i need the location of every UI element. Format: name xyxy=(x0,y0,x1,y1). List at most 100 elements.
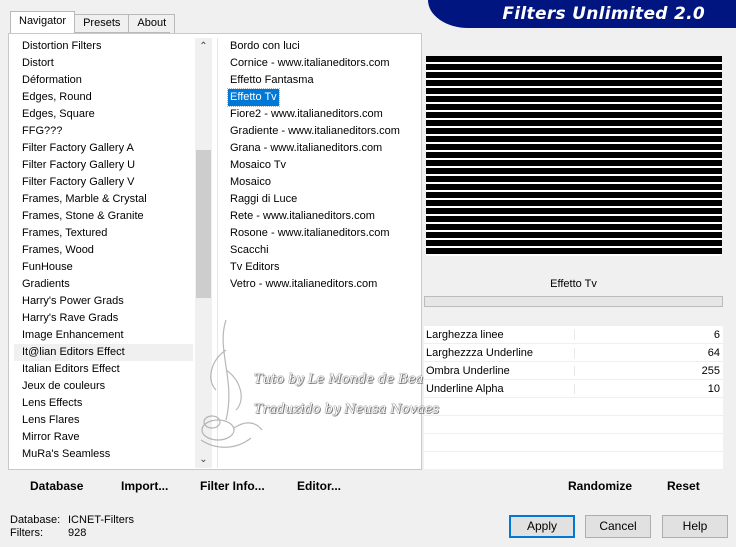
category-item[interactable]: Frames, Textured xyxy=(14,225,193,242)
tab-navigator[interactable]: Navigator xyxy=(10,11,76,33)
parameter-list: Larghezza linee 6 Larghezzza Underline 64 Om… xyxy=(424,326,723,470)
bottom-toolbar: Database Import... Filter Info... Editor… xyxy=(8,472,724,500)
preview-area xyxy=(424,36,724,268)
import-button[interactable]: Import... xyxy=(121,476,168,496)
filter-item[interactable]: Effetto Tv xyxy=(222,88,418,107)
category-item[interactable]: FunHouse xyxy=(14,259,193,276)
category-item[interactable]: Mirror Rave xyxy=(14,429,193,446)
param-value[interactable]: 255 xyxy=(702,362,720,380)
title-banner: Filters Unlimited 2.0 xyxy=(428,0,736,28)
filter-item[interactable]: Mosaico Tv xyxy=(222,157,418,174)
param-value[interactable]: 6 xyxy=(714,326,720,344)
filter-item-label: Cornice - www.italianeditors.com xyxy=(230,57,390,69)
category-item[interactable]: Jeux de couleurs xyxy=(14,378,193,395)
param-label: Larghezza linee xyxy=(426,329,504,341)
param-row-empty xyxy=(424,434,723,452)
category-item[interactable]: Filter Factory Gallery U xyxy=(14,157,193,174)
filter-item-label: Rete - www.italianeditors.com xyxy=(230,210,375,222)
filters-label: Filters: xyxy=(10,527,43,539)
param-label: Larghezzza Underline xyxy=(426,347,534,359)
scroll-thumb[interactable] xyxy=(196,150,211,298)
category-item[interactable]: Filter Factory Gallery V xyxy=(14,174,193,191)
apply-button[interactable]: Apply xyxy=(509,515,575,538)
category-item[interactable]: MuRa's Seamless xyxy=(14,446,193,463)
category-item[interactable]: Lens Effects xyxy=(14,395,193,412)
param-value[interactable]: 10 xyxy=(708,380,720,398)
category-item[interactable]: Filter Factory Gallery A xyxy=(14,140,193,157)
category-item[interactable]: Harry's Rave Grads xyxy=(14,310,193,327)
filter-item[interactable]: Cornice - www.italianeditors.com xyxy=(222,55,418,72)
filter-item[interactable]: Grana - www.italianeditors.com xyxy=(222,140,418,157)
filter-item-label: Raggi di Luce xyxy=(230,193,298,205)
filter-item[interactable]: Rosone - www.italianeditors.com xyxy=(222,225,418,242)
scroll-up-arrow-icon[interactable]: ⌃ xyxy=(195,38,212,55)
filters-count: 928 xyxy=(68,527,87,539)
param-value[interactable]: 64 xyxy=(708,344,720,362)
category-item[interactable]: Frames, Marble & Crystal xyxy=(14,191,193,208)
param-divider xyxy=(574,348,575,358)
category-item[interactable]: Distort xyxy=(14,55,193,72)
progress-bar xyxy=(424,296,723,307)
filter-item-label: Effetto Tv xyxy=(227,88,280,107)
reset-button[interactable]: Reset xyxy=(667,476,700,496)
filter-list[interactable]: Bordo con luci Cornice - www.italianedito… xyxy=(222,38,418,468)
filter-item-label: Bordo con luci xyxy=(230,40,300,52)
category-scrollbar[interactable]: ⌃ ⌄ xyxy=(195,38,212,468)
tab-about[interactable]: About xyxy=(128,14,176,33)
param-row-empty xyxy=(424,416,723,434)
cancel-button[interactable]: Cancel xyxy=(585,515,651,538)
filter-item[interactable]: Rete - www.italianeditors.com xyxy=(222,208,418,225)
filter-item[interactable]: Mosaico xyxy=(222,174,418,191)
category-item[interactable]: Gradients xyxy=(14,276,193,293)
filter-item-label: Mosaico Tv xyxy=(230,159,287,171)
filter-item-label: Effetto Fantasma xyxy=(230,74,314,86)
filter-item[interactable]: Scacchi xyxy=(222,242,418,259)
category-list[interactable]: Distortion Filters Distort Déformation Edge… xyxy=(14,38,193,468)
param-row[interactable]: Underline Alpha 10 xyxy=(424,380,723,398)
tab-bar: Navigator Presets About xyxy=(10,11,176,33)
param-row[interactable]: Larghezzza Underline 64 xyxy=(424,344,723,362)
param-label: Ombra Underline xyxy=(426,365,510,377)
list-divider xyxy=(217,38,218,468)
category-item[interactable]: Déformation xyxy=(14,72,193,89)
database-button[interactable]: Database xyxy=(30,476,83,496)
param-row[interactable]: Ombra Underline 255 xyxy=(424,362,723,380)
filter-info-button[interactable]: Filter Info... xyxy=(200,476,265,496)
filter-item[interactable]: Bordo con luci xyxy=(222,38,418,55)
filter-item[interactable]: Vetro - www.italianeditors.com xyxy=(222,276,418,293)
param-divider xyxy=(574,330,575,340)
filter-item-label: Gradiente - www.italianeditors.com xyxy=(230,125,400,137)
filter-item[interactable]: Raggi di Luce xyxy=(222,191,418,208)
category-item[interactable]: FFG??? xyxy=(14,123,193,140)
database-label: Database: xyxy=(10,514,61,526)
param-divider xyxy=(574,384,575,394)
category-item[interactable]: Italian Editors Effect xyxy=(14,361,193,378)
database-value: ICNET-Filters xyxy=(68,514,134,526)
app-title: Filters Unlimited 2.0 xyxy=(502,4,705,24)
filter-item-label: Grana - www.italianeditors.com xyxy=(230,142,383,154)
randomize-button[interactable]: Randomize xyxy=(568,476,632,496)
category-item[interactable]: Distortion Filters xyxy=(14,38,193,55)
help-button[interactable]: Help xyxy=(662,515,728,538)
category-item[interactable]: Frames, Wood xyxy=(14,242,193,259)
filter-item[interactable]: Tv Editors xyxy=(222,259,418,276)
category-item[interactable]: Lens Flares xyxy=(14,412,193,429)
category-item[interactable]: Frames, Stone & Granite xyxy=(14,208,193,225)
filter-item[interactable]: Fiore2 - www.italianeditors.com xyxy=(222,106,418,123)
category-item[interactable]: It@lian Editors Effect xyxy=(14,344,193,361)
tab-presets[interactable]: Presets xyxy=(74,14,130,33)
filter-item-label: Tv Editors xyxy=(230,261,280,273)
param-row-empty xyxy=(424,452,723,470)
filter-item[interactable]: Gradiente - www.italianeditors.com xyxy=(222,123,418,140)
scroll-down-arrow-icon[interactable]: ⌄ xyxy=(195,451,212,468)
category-item[interactable]: Edges, Round xyxy=(14,89,193,106)
filter-item-label: Mosaico xyxy=(230,176,271,188)
category-item[interactable]: Image Enhancement xyxy=(14,327,193,344)
selected-filter-name: Effetto Tv xyxy=(424,272,723,296)
category-item[interactable]: Edges, Square xyxy=(14,106,193,123)
param-row[interactable]: Larghezza linee 6 xyxy=(424,326,723,344)
category-item[interactable]: Harry's Power Grads xyxy=(14,293,193,310)
filter-item-label: Vetro - www.italianeditors.com xyxy=(230,278,378,290)
filter-item[interactable]: Effetto Fantasma xyxy=(222,72,418,89)
editor-button[interactable]: Editor... xyxy=(297,476,341,496)
